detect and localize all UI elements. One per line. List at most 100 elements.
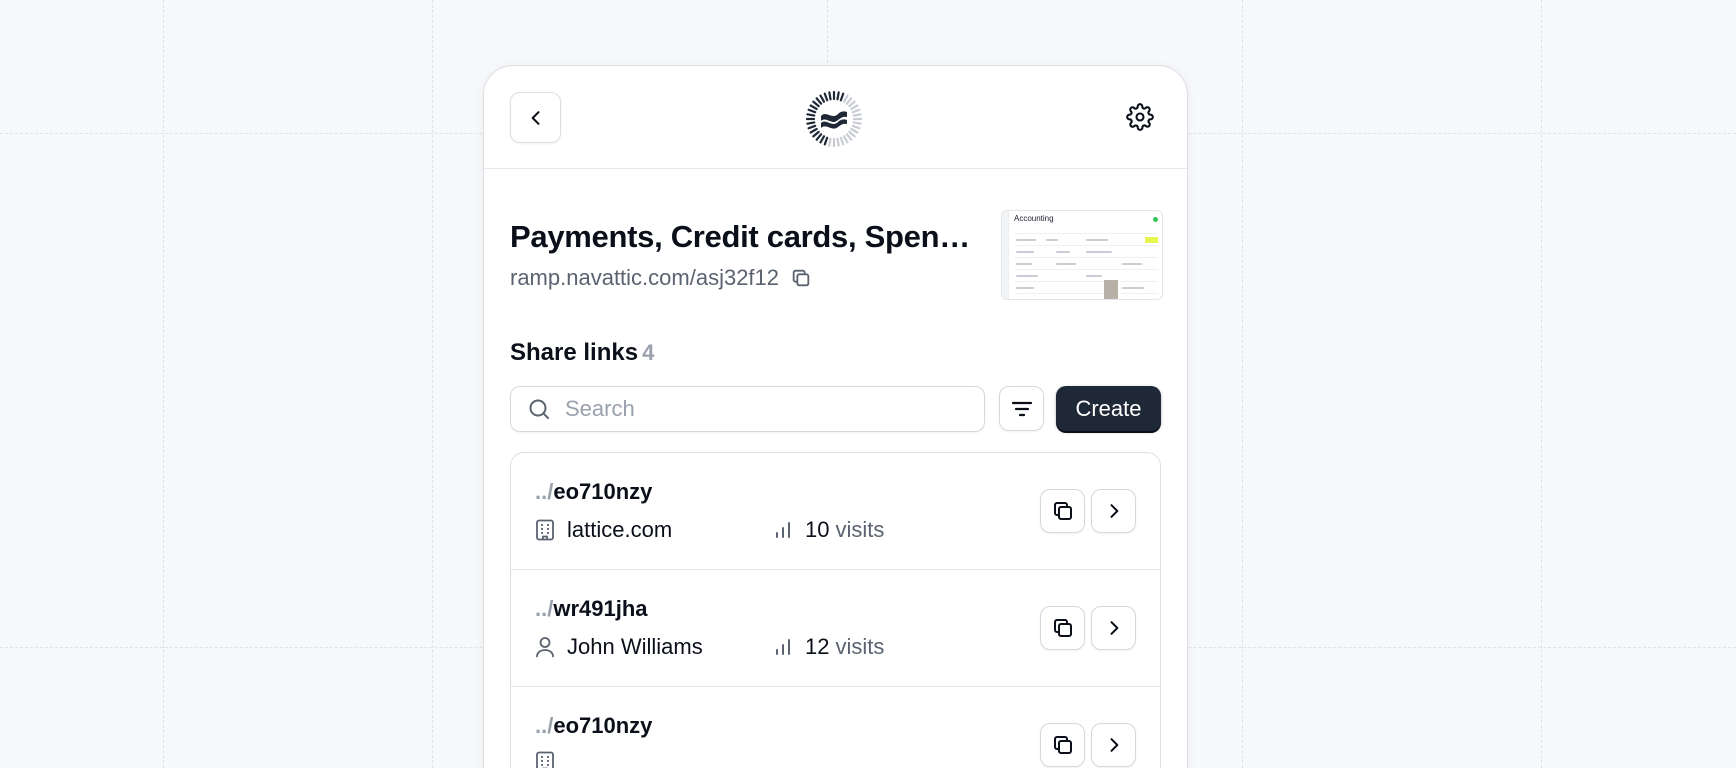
back-button[interactable] (510, 92, 561, 143)
chevron-right-icon (1110, 504, 1118, 518)
settings-button[interactable] (1125, 102, 1155, 132)
logo-tick (823, 92, 829, 102)
chevron-right-icon (1110, 621, 1118, 635)
thumbnail-cell (1086, 275, 1102, 277)
copy-url-button[interactable] (789, 266, 813, 290)
grid-line (163, 0, 164, 768)
grid-line (432, 0, 433, 768)
thumbnail-cell (1056, 251, 1070, 253)
thumbnail-cell (1056, 263, 1076, 265)
logo-tick (850, 104, 859, 111)
thumbnail-image (1104, 280, 1118, 299)
thumbnail-row (1014, 281, 1158, 282)
filter-icon (1011, 401, 1032, 416)
logo-tick (851, 124, 861, 130)
open-link-button[interactable] (1091, 606, 1136, 650)
link-slug-prefix: ../ (535, 596, 554, 621)
logo-tick (851, 108, 861, 114)
link-recipient: lattice.com (535, 517, 672, 543)
grid-line (1541, 0, 1542, 768)
bar-chart-icon (776, 639, 790, 655)
logo-tick (815, 133, 823, 141)
open-link-button[interactable] (1091, 723, 1136, 767)
logo-tick (828, 137, 832, 147)
logo-tick (836, 91, 840, 101)
thumbnail-badge (1145, 237, 1158, 243)
link-row[interactable]: ../eo710nzy lattice.com 10 visits (511, 453, 1160, 570)
link-slug-id: wr491jha (553, 596, 648, 621)
link-visits: 10 visits (773, 517, 884, 543)
search-input[interactable] (565, 396, 945, 422)
filter-button[interactable] (999, 386, 1044, 431)
thumbnail-row (1014, 233, 1158, 234)
demo-header: Payments, Credit cards, Spen… ramp.navat… (484, 169, 1187, 339)
share-links-count: 4 (642, 340, 655, 365)
thumbnail-cell (1046, 239, 1058, 241)
search-box (510, 386, 985, 432)
copy-icon (1053, 736, 1072, 754)
logo-wave (821, 111, 847, 129)
logo-tick (852, 121, 862, 125)
logo-tick (848, 130, 856, 138)
link-visits-label: visits (835, 517, 885, 542)
thumbnail-row (1014, 269, 1158, 270)
building-icon (536, 751, 554, 768)
logo-tick (806, 121, 816, 125)
demo-thumbnail[interactable]: Accounting (1001, 210, 1163, 300)
link-slug-id: eo710nzy (553, 479, 653, 504)
logo-tick (819, 94, 826, 103)
logo-tick (839, 136, 845, 146)
thumbnail-cell (1016, 263, 1032, 265)
share-links-title: Share links (510, 339, 639, 366)
user-icon (536, 637, 554, 658)
chevron-right-icon (1110, 738, 1118, 752)
share-links-section: Share links4 Create ../eo710nzy lattice.… (484, 339, 1187, 768)
copy-icon (1053, 619, 1072, 637)
share-links-heading: Share links 4 (510, 339, 1161, 367)
gear-icon (1126, 103, 1154, 131)
open-link-button[interactable] (1091, 489, 1136, 533)
copy-icon (1053, 502, 1072, 520)
building-icon (536, 519, 554, 541)
logo-tick (836, 137, 840, 147)
link-visits-count: 12 (805, 634, 830, 659)
link-row[interactable]: ../eo710nzy (511, 687, 1160, 768)
thumbnail-row (1014, 257, 1158, 258)
chevron-left-icon (526, 108, 546, 128)
bar-chart-icon (776, 522, 790, 538)
thumbnail-row (1014, 245, 1158, 246)
thumbnail-cell (1086, 251, 1112, 253)
thumbnail-sidebar (1002, 211, 1009, 299)
logo-tick (842, 135, 849, 144)
link-recipient (535, 751, 567, 768)
copy-link-button[interactable] (1040, 606, 1085, 650)
link-slug-prefix: ../ (535, 479, 554, 504)
link-visits-label: visits (835, 634, 885, 659)
logo-tick (807, 124, 817, 130)
thumbnail-cell (1086, 239, 1108, 241)
share-toolbar: Create (510, 386, 1161, 432)
copy-link-button[interactable] (1040, 723, 1085, 767)
logo-tick (842, 94, 849, 103)
logo-tick (845, 133, 853, 141)
link-recipient-name: lattice.com (567, 517, 673, 542)
link-slug: ../eo710nzy (535, 713, 652, 739)
share-links-list: ../eo710nzy lattice.com 10 visits ../wr4… (510, 452, 1161, 768)
logo-tick (815, 97, 823, 105)
link-row[interactable]: ../wr491jha John Williams 12 visits (511, 570, 1160, 687)
link-recipient-name: John Williams (567, 634, 703, 659)
thumbnail-row (1014, 293, 1158, 294)
link-slug: ../eo710nzy (535, 479, 652, 505)
share-links-panel: Payments, Credit cards, Spen… ramp.navat… (483, 65, 1188, 768)
thumbnail-cell (1016, 275, 1038, 277)
thumbnail-cell (1122, 287, 1144, 289)
link-slug: ../wr491jha (535, 596, 648, 622)
logo-tick (807, 108, 817, 114)
create-button[interactable]: Create (1056, 386, 1161, 431)
demo-title: Payments, Credit cards, Spen… (510, 219, 970, 254)
copy-link-button[interactable] (1040, 489, 1085, 533)
logo-tick (845, 97, 853, 105)
copy-icon (792, 269, 810, 287)
logo-tick (823, 136, 829, 146)
top-bar (484, 66, 1187, 169)
